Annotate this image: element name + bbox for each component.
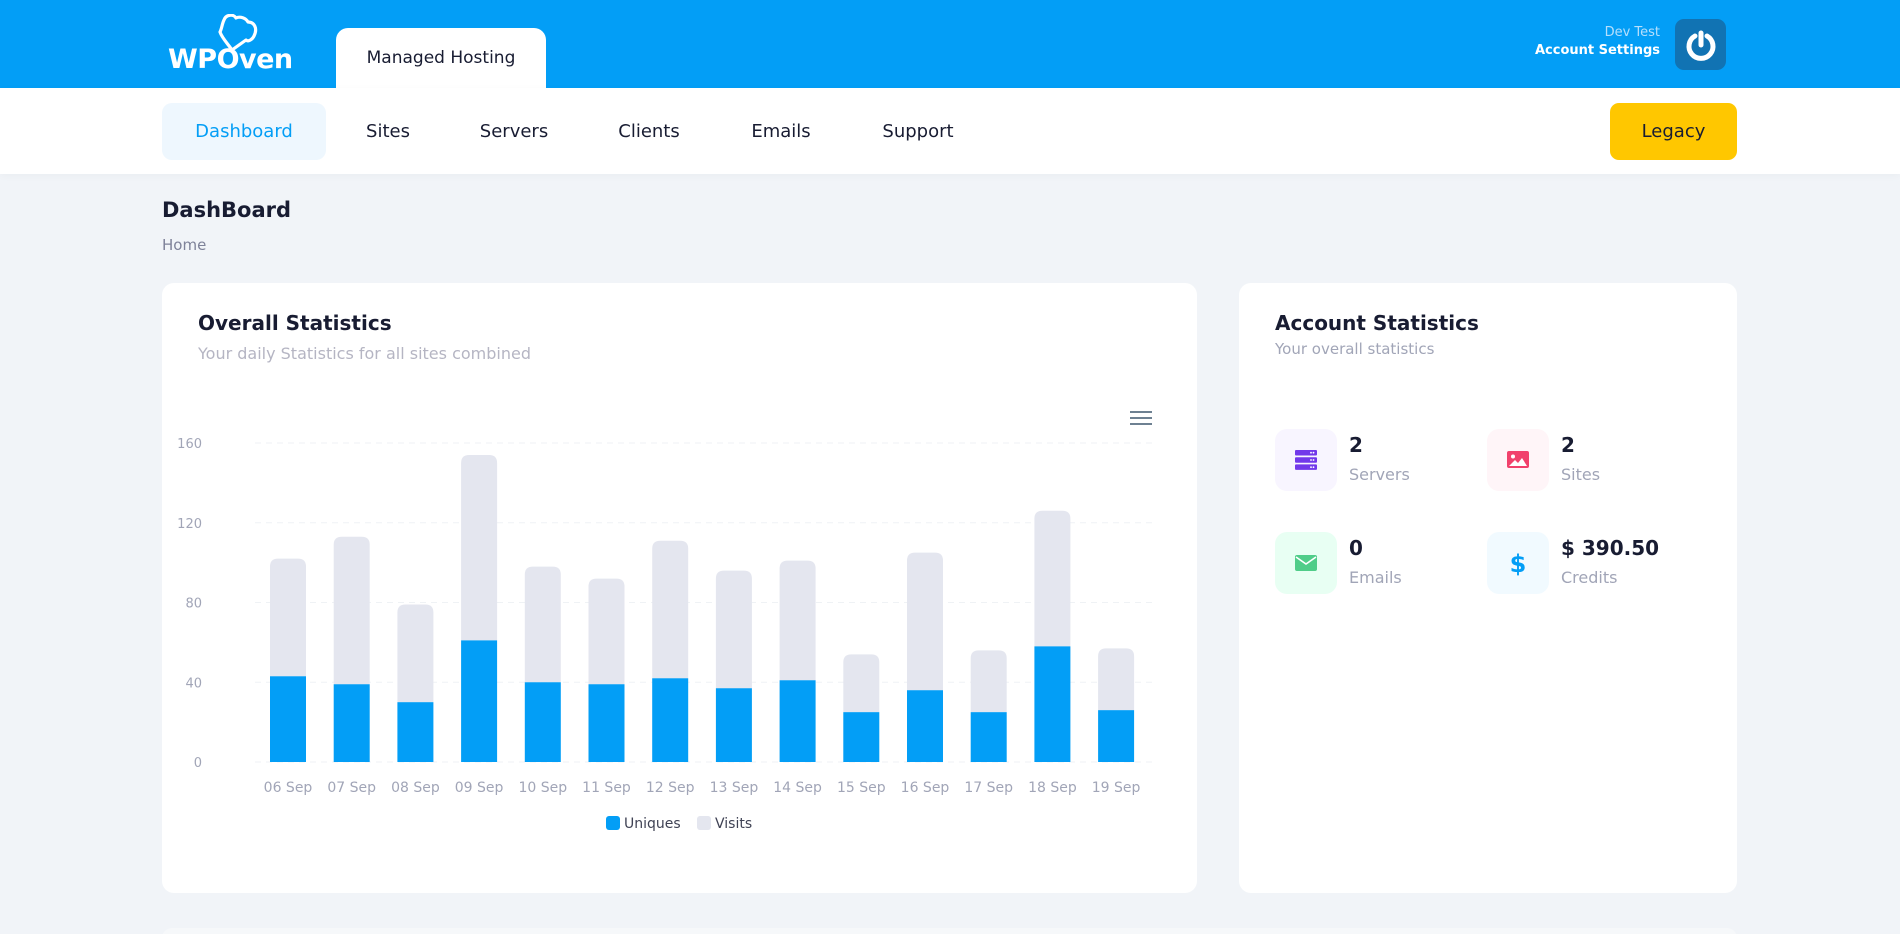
image-icon bbox=[1507, 451, 1529, 468]
y-tick-label: 80 bbox=[185, 597, 202, 612]
x-tick-label: 09 Sep bbox=[455, 780, 504, 796]
nav-item-servers[interactable]: Servers bbox=[466, 103, 562, 160]
x-tick-label: 19 Sep bbox=[1092, 780, 1141, 796]
bar-uniques-12-sep bbox=[652, 678, 689, 762]
bar-visits-08-sep bbox=[397, 604, 434, 703]
stat-sites[interactable]: 2 Sites bbox=[1487, 429, 1687, 493]
bar-visits-14-sep bbox=[779, 560, 816, 681]
bar-visits-12-sep bbox=[652, 540, 689, 679]
bar-visits-09-sep bbox=[461, 454, 498, 641]
next-card-edge bbox=[162, 928, 1737, 934]
x-tick-label: 17 Sep bbox=[964, 780, 1013, 796]
bar-visits-19-sep bbox=[1098, 648, 1135, 711]
bar-visits-06-sep bbox=[270, 558, 306, 677]
bar-uniques-18-sep bbox=[1034, 646, 1071, 762]
x-tick-label: 07 Sep bbox=[327, 780, 376, 796]
avatar[interactable] bbox=[1675, 19, 1726, 70]
x-tick-label: 10 Sep bbox=[518, 780, 567, 796]
legend-visits-swatch bbox=[697, 816, 711, 830]
x-tick-label: 18 Sep bbox=[1028, 780, 1077, 796]
credits-icon-box: $ bbox=[1487, 532, 1549, 594]
bar-visits-11-sep bbox=[588, 578, 625, 685]
sites-label: Sites bbox=[1561, 465, 1601, 484]
bar-uniques-19-sep bbox=[1098, 710, 1135, 762]
stacked-bar-chart: 0 40 80 120 160 06 Sep 07 Sep 08 Sep 09 Sep 10 Se… bbox=[177, 437, 1152, 832]
stat-credits[interactable]: $ $ 390.50 Credits bbox=[1487, 532, 1687, 596]
overall-statistics-card: Overall Statistics Your daily Statistics… bbox=[162, 283, 1197, 893]
emails-label: Emails bbox=[1349, 568, 1402, 587]
bar-uniques-09-sep bbox=[461, 640, 498, 762]
server-icon bbox=[1295, 450, 1317, 470]
tab-managed-hosting[interactable]: Managed Hosting bbox=[336, 28, 546, 88]
top-header: WPOven Managed Hosting Dev Test Account … bbox=[0, 0, 1900, 88]
servers-count: 2 bbox=[1349, 433, 1363, 457]
x-tick-label: 15 Sep bbox=[837, 780, 886, 796]
emails-icon-box bbox=[1275, 532, 1337, 594]
bar-visits-07-sep bbox=[333, 536, 370, 685]
account-statistics-title: Account Statistics bbox=[1275, 311, 1479, 335]
bar-visits-15-sep bbox=[843, 654, 880, 713]
bar-uniques-11-sep bbox=[588, 684, 625, 762]
account-menu[interactable]: Dev Test Account Settings bbox=[1535, 24, 1660, 60]
x-tick-label: 06 Sep bbox=[264, 780, 313, 796]
brand-name: WPOven bbox=[168, 44, 293, 75]
bar-visits-18-sep bbox=[1034, 510, 1071, 647]
bar-uniques-14-sep bbox=[779, 680, 816, 762]
main-nav: Dashboard Sites Servers Clients Emails S… bbox=[0, 88, 1900, 174]
emails-count: 0 bbox=[1349, 536, 1363, 560]
breadcrumb-home[interactable]: Home bbox=[162, 236, 206, 254]
bar-visits-13-sep bbox=[715, 570, 752, 689]
x-tick-label: 13 Sep bbox=[710, 780, 759, 796]
legacy-button[interactable]: Legacy bbox=[1610, 103, 1737, 160]
nav-item-dashboard[interactable]: Dashboard bbox=[162, 103, 326, 160]
power-icon bbox=[1686, 30, 1715, 61]
user-name: Dev Test bbox=[1604, 25, 1660, 40]
bar-visits-10-sep bbox=[524, 566, 561, 683]
x-tick-label: 14 Sep bbox=[773, 780, 822, 796]
bar-uniques-15-sep bbox=[843, 712, 880, 762]
account-settings-link[interactable]: Account Settings bbox=[1535, 42, 1660, 60]
y-tick-label: 120 bbox=[177, 517, 202, 532]
bar-visits-16-sep bbox=[907, 552, 943, 691]
bar-uniques-06-sep bbox=[270, 676, 306, 762]
x-tick-label: 11 Sep bbox=[582, 780, 631, 796]
x-tick-label: 12 Sep bbox=[646, 780, 695, 796]
bar-uniques-08-sep bbox=[397, 702, 434, 762]
servers-label: Servers bbox=[1349, 465, 1410, 484]
sites-count: 2 bbox=[1561, 433, 1575, 457]
nav-item-sites[interactable]: Sites bbox=[350, 103, 426, 160]
x-tick-label: 08 Sep bbox=[391, 780, 440, 796]
account-statistics-card: Account Statistics Your overall statisti… bbox=[1239, 283, 1737, 893]
bar-visits-17-sep bbox=[970, 650, 1007, 713]
legend-uniques-label: Uniques bbox=[624, 816, 681, 832]
nav-item-emails[interactable]: Emails bbox=[736, 103, 826, 160]
page-title: DashBoard bbox=[162, 198, 292, 222]
bar-uniques-13-sep bbox=[715, 688, 752, 762]
nav-item-clients[interactable]: Clients bbox=[604, 103, 694, 160]
bar-uniques-10-sep bbox=[524, 682, 561, 762]
svg-text:$: $ bbox=[1510, 550, 1527, 577]
bar-uniques-17-sep bbox=[970, 712, 1007, 762]
legend-visits-label: Visits bbox=[715, 816, 752, 832]
nav-item-support[interactable]: Support bbox=[868, 103, 968, 160]
credits-amount: $ 390.50 bbox=[1561, 536, 1660, 560]
stat-servers[interactable]: 2 Servers bbox=[1275, 429, 1475, 493]
envelope-icon bbox=[1295, 555, 1317, 571]
stat-emails[interactable]: 0 Emails bbox=[1275, 532, 1475, 596]
y-tick-label: 40 bbox=[185, 676, 202, 691]
servers-icon-box bbox=[1275, 429, 1337, 491]
credits-label: Credits bbox=[1561, 568, 1618, 587]
y-tick-label: 0 bbox=[194, 756, 202, 771]
legend-uniques-swatch bbox=[606, 816, 620, 830]
bar-uniques-16-sep bbox=[907, 690, 943, 762]
account-statistics-subtitle: Your overall statistics bbox=[1275, 340, 1435, 358]
x-tick-label: 16 Sep bbox=[901, 780, 950, 796]
bar-uniques-07-sep bbox=[333, 684, 370, 762]
sites-icon-box bbox=[1487, 429, 1549, 491]
y-tick-label: 160 bbox=[177, 437, 202, 452]
wpoven-logo[interactable]: WPOven bbox=[166, 14, 296, 75]
dollar-icon: $ bbox=[1510, 550, 1527, 577]
